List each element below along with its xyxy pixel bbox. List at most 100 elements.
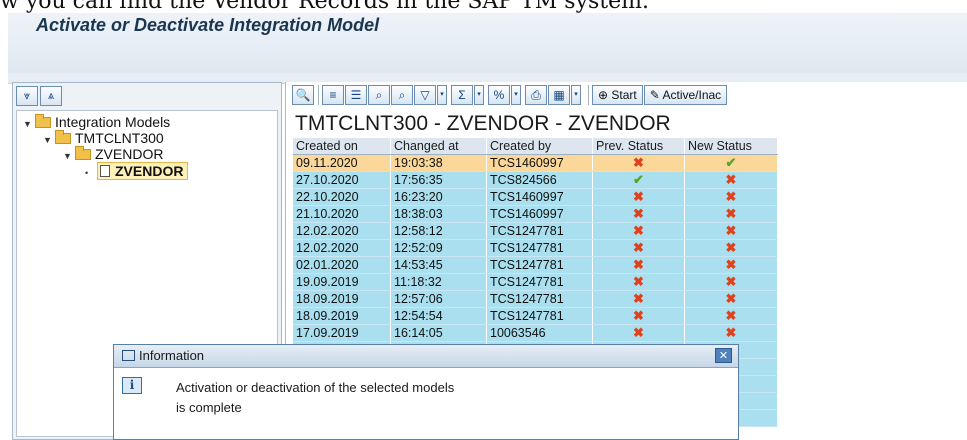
tree-node-client[interactable]: ▼ TMTCLNT300 <box>43 130 164 146</box>
cell-changed-at: 14:53:45 <box>390 256 487 274</box>
dialog-message: Activation or deactivation of the select… <box>176 378 454 418</box>
filter-dropdown-icon[interactable]: ▾ <box>437 85 447 105</box>
cell-new-status: ✔ <box>684 154 778 172</box>
column-header-created-by[interactable]: Created by <box>486 138 593 155</box>
sum-icon[interactable]: Σ <box>451 85 473 105</box>
cell-created-by: TCS1247781 <box>486 222 593 240</box>
cell-created-on: 17.09.2019 <box>293 324 391 342</box>
selected-tree-item[interactable]: ZVENDOR <box>97 162 189 180</box>
tree-toggle-icon[interactable]: ▼ <box>23 116 35 132</box>
toolbar-separator <box>318 85 319 105</box>
cell-created-on: 22.10.2020 <box>293 188 391 206</box>
error-cross-icon: ✖ <box>725 206 737 221</box>
pencil-icon: ✎ <box>649 88 660 102</box>
success-check-icon: ✔ <box>725 155 737 170</box>
dialog-title-bar[interactable]: Information ✕ <box>114 345 738 368</box>
table-row[interactable]: 09.11.2020 19:03:38 TCS1460997 ✖ ✔ <box>293 154 778 172</box>
cell-created-by: TCS1460997 <box>486 154 593 172</box>
cell-created-by: TCS1247781 <box>486 256 593 274</box>
error-cross-icon: ✖ <box>725 325 737 340</box>
table-row[interactable]: 19.09.2019 11:18:32 TCS1247781 ✖ ✖ <box>293 273 778 291</box>
table-row[interactable]: 22.10.2020 16:23:20 TCS1460997 ✖ ✖ <box>293 188 778 206</box>
folder-icon <box>35 114 51 128</box>
table-row[interactable]: 21.10.2020 18:38:03 TCS1460997 ✖ ✖ <box>293 205 778 223</box>
cell-prev-status: ✖ <box>592 290 685 308</box>
subtotal-dropdown-icon[interactable]: ▾ <box>511 85 521 105</box>
cell-prev-status: ✖ <box>592 239 685 257</box>
find-icon[interactable]: ⌕ <box>368 85 390 105</box>
table-row[interactable]: 18.09.2019 12:57:06 TCS1247781 ✖ ✖ <box>293 290 778 308</box>
table-row[interactable]: 17.09.2019 16:14:05 10063546 ✖ ✖ <box>293 324 778 342</box>
cell-changed-at: 19:03:38 <box>390 154 487 172</box>
window-icon <box>122 350 135 361</box>
cell-new-status: ✖ <box>684 307 778 325</box>
cell-prev-status: ✖ <box>592 154 685 172</box>
table-row[interactable]: 27.10.2020 17:56:35 TCS824566 ✔ ✖ <box>293 171 778 189</box>
sum-dropdown-icon[interactable]: ▾ <box>474 85 484 105</box>
error-cross-icon: ✖ <box>725 291 737 306</box>
cell-created-on: 12.02.2020 <box>293 222 391 240</box>
table-row[interactable]: 02.01.2020 14:53:45 TCS1247781 ✖ ✖ <box>293 256 778 274</box>
start-button[interactable]: ⊕ Start <box>592 85 643 105</box>
error-cross-icon: ✖ <box>633 325 644 340</box>
expand-all-icon[interactable]: ⩔ <box>16 86 38 106</box>
close-icon[interactable]: ✕ <box>715 348 732 363</box>
cell-created-on: 27.10.2020 <box>293 171 391 189</box>
cell-new-status: ✖ <box>684 256 778 274</box>
sort-descending-icon[interactable]: ☰ <box>345 85 367 105</box>
cell-prev-status: ✖ <box>592 205 685 223</box>
tree-node-zvendor-model[interactable]: • ZVENDOR <box>85 162 189 180</box>
tree-node-integration-models[interactable]: ▼ Integration Models <box>23 114 170 130</box>
cell-created-by: TCS1247781 <box>486 290 593 308</box>
details-icon[interactable]: 🔍 <box>292 85 314 105</box>
cell-changed-at: 16:23:20 <box>390 188 487 206</box>
column-header-changed-at[interactable]: Changed at <box>390 138 487 155</box>
table-row[interactable]: 12.02.2020 12:58:12 TCS1247781 ✖ ✖ <box>293 222 778 240</box>
cell-prev-status: ✖ <box>592 307 685 325</box>
print-icon[interactable]: ⎙ <box>525 85 547 105</box>
error-cross-icon: ✖ <box>725 189 737 204</box>
activate-deactivate-button[interactable]: ✎ Active/Inac <box>643 85 728 105</box>
table-row[interactable]: 12.02.2020 12:52:09 TCS1247781 ✖ ✖ <box>293 239 778 257</box>
cell-prev-status: ✖ <box>592 256 685 274</box>
cell-changed-at: 12:54:54 <box>390 307 487 325</box>
find-next-icon[interactable]: ⌕ <box>391 85 413 105</box>
table-row[interactable]: 18.09.2019 12:54:54 TCS1247781 ✖ ✖ <box>293 307 778 325</box>
cell-new-status: ✖ <box>684 222 778 240</box>
cell-changed-at: 18:38:03 <box>390 205 487 223</box>
subtotal-icon[interactable]: % <box>488 85 510 105</box>
tree-toggle-icon[interactable]: ▼ <box>43 132 55 148</box>
document-text-line: w you can find the Vendor Records in the… <box>0 0 650 13</box>
document-icon <box>100 165 110 177</box>
layout-icon[interactable]: ▦ <box>548 85 570 105</box>
cell-changed-at: 11:18:32 <box>390 273 487 291</box>
cell-new-status: ✖ <box>684 239 778 257</box>
layout-dropdown-icon[interactable]: ▾ <box>571 85 581 105</box>
folder-icon <box>75 146 91 160</box>
cell-changed-at: 12:58:12 <box>390 222 487 240</box>
error-cross-icon: ✖ <box>725 274 737 289</box>
dialog-message-line: Activation or deactivation of the select… <box>176 380 455 395</box>
sort-ascending-icon[interactable]: ≡ <box>322 85 344 105</box>
cell-prev-status: ✖ <box>592 188 685 206</box>
collapse-all-icon[interactable]: ⩓ <box>40 86 62 106</box>
cell-changed-at: 12:57:06 <box>390 290 487 308</box>
cell-created-on: 09.11.2020 <box>293 154 391 172</box>
tree-toggle-icon[interactable]: ▼ <box>63 148 75 164</box>
error-cross-icon: ✖ <box>725 308 737 323</box>
tree-toolbar: ⩔ ⩓ <box>16 86 64 108</box>
column-header-prev-status[interactable]: Prev. Status <box>592 138 685 155</box>
cell-created-by: TCS824566 <box>486 171 593 189</box>
error-cross-icon: ✖ <box>725 240 737 255</box>
cell-new-status: ✖ <box>684 290 778 308</box>
cell-created-by: 10063546 <box>486 324 593 342</box>
tree-node-zvendor-folder[interactable]: ▼ ZVENDOR <box>63 146 163 162</box>
cell-created-by: TCS1460997 <box>486 205 593 223</box>
column-header-new-status[interactable]: New Status <box>684 138 778 155</box>
cell-prev-status: ✖ <box>592 273 685 291</box>
cell-created-on: 18.09.2019 <box>293 290 391 308</box>
column-header-created-on[interactable]: Created on <box>293 138 391 155</box>
filter-icon[interactable]: ▽ <box>414 85 436 105</box>
info-icon: i <box>122 377 142 394</box>
dialog-title: Information <box>122 348 204 363</box>
